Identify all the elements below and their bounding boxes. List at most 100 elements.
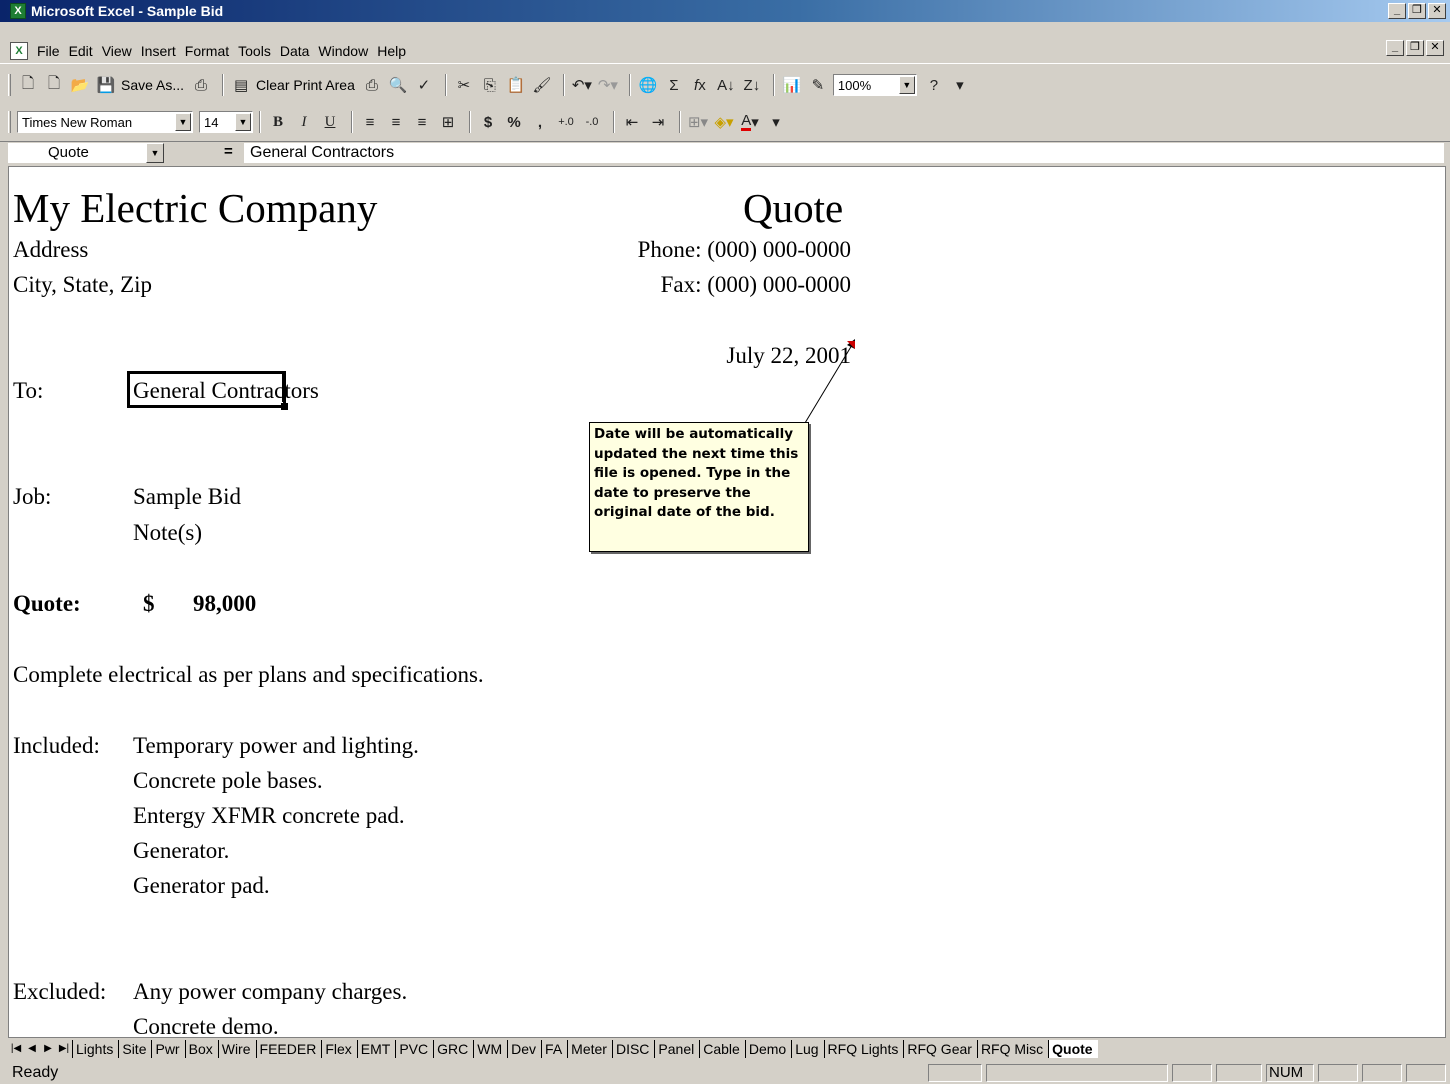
menu-view[interactable]: View <box>102 43 132 59</box>
zoom-select[interactable]: 100% ▼ <box>832 74 917 96</box>
tab-rfq-lights[interactable]: RFQ Lights <box>823 1040 904 1058</box>
toolbar-options-icon[interactable]: ▾ <box>949 74 971 96</box>
next-sheet-icon[interactable]: ▶ <box>40 1041 56 1057</box>
chevron-down-icon[interactable]: ▼ <box>175 113 191 131</box>
currency-icon[interactable]: $ <box>477 111 499 133</box>
spelling-icon[interactable]: ✓ <box>413 74 435 96</box>
chevron-down-icon[interactable]: ▼ <box>235 113 251 131</box>
tab-panel[interactable]: Panel <box>654 1040 699 1058</box>
new-template-icon[interactable]: 🗋 <box>43 74 65 96</box>
close-button[interactable]: ✕ <box>1428 3 1446 19</box>
workbook-icon[interactable]: X <box>10 41 28 60</box>
percent-icon[interactable]: % <box>503 111 525 133</box>
print-area-icon[interactable]: ▤ <box>230 74 252 96</box>
tab-quote[interactable]: Quote <box>1048 1040 1098 1058</box>
equals-sign[interactable]: = <box>224 143 233 160</box>
autosum-icon[interactable]: Σ <box>663 74 685 96</box>
tab-cable[interactable]: Cable <box>699 1040 745 1058</box>
sort-ascending-icon[interactable]: A↓ <box>715 74 737 96</box>
font-color-icon[interactable]: A ▾ <box>739 111 761 133</box>
hyperlink-icon[interactable]: 🌐 <box>637 74 659 96</box>
tab-site[interactable]: Site <box>118 1040 151 1058</box>
to-label[interactable]: To: <box>13 378 43 404</box>
scope-text[interactable]: Complete electrical as per plans and spe… <box>13 662 484 688</box>
tab-lights[interactable]: Lights <box>72 1040 118 1058</box>
toolbar-grip[interactable] <box>8 74 11 96</box>
quote-heading[interactable]: Quote <box>743 184 843 232</box>
bold-icon[interactable]: B <box>267 111 289 133</box>
increase-indent-icon[interactable]: ⇥ <box>647 111 669 133</box>
decrease-indent-icon[interactable]: ⇤ <box>621 111 643 133</box>
tab-rfq-misc[interactable]: RFQ Misc <box>976 1040 1048 1058</box>
notes-cell[interactable]: Note(s) <box>133 520 202 546</box>
open-folder-icon[interactable]: 📂 <box>69 74 91 96</box>
menu-insert[interactable]: Insert <box>141 43 176 59</box>
function-icon[interactable]: fx <box>689 74 711 96</box>
menu-help[interactable]: Help <box>377 43 406 59</box>
print-setup-icon[interactable]: ⎙ <box>190 74 212 96</box>
company-name[interactable]: My Electric Company <box>13 184 377 232</box>
merge-center-icon[interactable]: ⊞ <box>437 111 459 133</box>
menu-data[interactable]: Data <box>280 43 310 59</box>
tab-demo[interactable]: Demo <box>744 1040 791 1058</box>
chart-wizard-icon[interactable]: 📊 <box>781 74 803 96</box>
tab-flex[interactable]: Flex <box>321 1040 356 1058</box>
tab-pwr[interactable]: Pwr <box>151 1040 184 1058</box>
excluded-label[interactable]: Excluded: <box>13 979 106 1005</box>
menu-window[interactable]: Window <box>318 43 368 59</box>
tab-wm[interactable]: WM <box>473 1040 507 1058</box>
decrease-decimal-icon[interactable]: -.0 <box>581 111 603 133</box>
tab-meter[interactable]: Meter <box>567 1040 612 1058</box>
sort-descending-icon[interactable]: Z↓ <box>741 74 763 96</box>
tab-rfq-gear[interactable]: RFQ Gear <box>903 1040 977 1058</box>
align-left-icon[interactable]: ≡ <box>359 111 381 133</box>
tab-feeder[interactable]: FEEDER <box>255 1040 322 1058</box>
tab-lug[interactable]: Lug <box>791 1040 823 1058</box>
included-label[interactable]: Included: <box>13 733 100 759</box>
quote-label[interactable]: Quote: <box>13 591 81 617</box>
chevron-down-icon[interactable]: ▼ <box>146 143 164 163</box>
first-sheet-icon[interactable]: |◀ <box>8 1041 24 1057</box>
print-preview-icon[interactable]: 🔍 <box>387 74 409 96</box>
align-center-icon[interactable]: ≡ <box>385 111 407 133</box>
toolbar-grip[interactable] <box>8 111 11 133</box>
underline-icon[interactable]: U <box>319 111 341 133</box>
align-right-icon[interactable]: ≡ <box>411 111 433 133</box>
chevron-down-icon[interactable]: ▼ <box>898 76 915 94</box>
date-comment-note[interactable]: Date will be automatically updated the n… <box>589 422 809 552</box>
print-icon[interactable]: ⎙ <box>361 74 383 96</box>
new-icon[interactable]: 🗋 <box>17 74 39 96</box>
font-select[interactable]: Times New Roman ▼ <box>17 111 193 133</box>
clear-print-area-button[interactable]: Clear Print Area <box>256 77 355 93</box>
tab-dev[interactable]: Dev <box>507 1040 541 1058</box>
paste-icon[interactable]: 📋 <box>505 74 527 96</box>
workbook-restore-button[interactable]: ❐ <box>1406 40 1424 56</box>
italic-icon[interactable]: I <box>293 111 315 133</box>
workbook-close-button[interactable]: ✕ <box>1426 40 1444 56</box>
address-cell[interactable]: Address <box>13 237 88 263</box>
help-icon[interactable]: ? <box>923 74 945 96</box>
tab-fa[interactable]: FA <box>541 1040 567 1058</box>
included-item[interactable]: Generator pad. <box>133 873 270 899</box>
cut-icon[interactable]: ✂ <box>453 74 475 96</box>
formula-input[interactable]: General Contractors <box>244 143 1444 163</box>
phone-cell[interactable]: Phone: (000) 000-0000 <box>638 237 851 263</box>
minimize-button[interactable]: _ <box>1388 3 1406 19</box>
excluded-item[interactable]: Concrete demo. <box>133 1014 279 1037</box>
name-box[interactable]: Quote ▼ <box>8 143 164 163</box>
workbook-minimize-button[interactable]: _ <box>1386 40 1404 56</box>
font-size-select[interactable]: 14 ▼ <box>199 111 253 133</box>
menu-format[interactable]: Format <box>185 43 229 59</box>
format-painter-icon[interactable]: 🖌 <box>531 74 553 96</box>
excel-icon[interactable]: X <box>10 3 26 19</box>
quote-currency[interactable]: $ <box>143 591 155 617</box>
fax-cell[interactable]: Fax: (000) 000-0000 <box>661 272 851 298</box>
prev-sheet-icon[interactable]: ◀ <box>24 1041 40 1057</box>
active-cell[interactable] <box>127 371 286 408</box>
excluded-item[interactable]: Any power company charges. <box>133 979 407 1005</box>
last-sheet-icon[interactable]: ▶| <box>56 1041 72 1057</box>
included-item[interactable]: Temporary power and lighting. <box>133 733 419 759</box>
tab-grc[interactable]: GRC <box>433 1040 473 1058</box>
undo-icon[interactable]: ↶▾ <box>571 74 593 96</box>
quote-amount[interactable]: 98,000 <box>193 591 256 617</box>
